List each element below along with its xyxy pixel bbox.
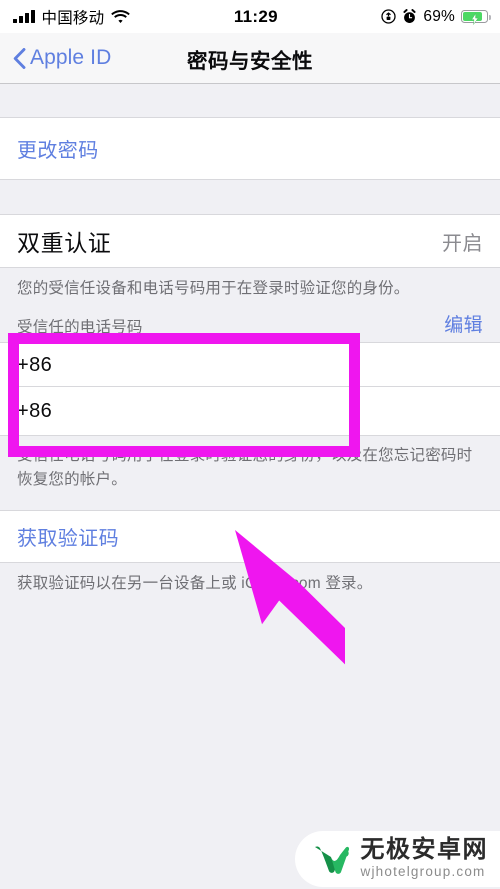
change-password-row[interactable]: 更改密码 xyxy=(0,117,500,180)
watermark-brand: 无极安卓网 xyxy=(360,836,488,864)
group-spacer-2 xyxy=(0,497,500,510)
signal-bars-icon xyxy=(13,10,35,23)
trusted-numbers-footnote: 受信任电话号码用于在登录时验证您的身份，以及在您忘记密码时恢复您的帐户。 xyxy=(17,447,473,488)
status-bar: 中国移动 11:29 69% xyxy=(0,0,500,33)
group-spacer-top xyxy=(0,84,500,117)
carrier-label: 中国移动 xyxy=(41,9,105,27)
trusted-numbers-header-label: 受信任的电话号码 xyxy=(17,319,143,337)
alarm-clock-icon xyxy=(402,9,417,24)
w-logo-icon xyxy=(311,839,351,879)
wifi-icon xyxy=(111,9,131,24)
edit-button[interactable]: 编辑 xyxy=(444,310,483,337)
trusted-number-label: +86 xyxy=(17,399,53,422)
change-password-label: 更改密码 xyxy=(17,140,99,162)
status-bar-right: 69% xyxy=(381,8,500,26)
get-verification-code-row[interactable]: 获取验证码 xyxy=(0,509,500,563)
trusted-numbers-group-header: 受信任的电话号码 编辑 xyxy=(0,306,500,342)
get-verification-code-label: 获取验证码 xyxy=(17,527,119,550)
battery-charging-icon xyxy=(461,9,491,25)
chevron-left-icon xyxy=(13,47,26,69)
watermark-url: wjhotelgroup.com xyxy=(360,863,486,879)
watermark: 无极安卓网 wjhotelgroup.com xyxy=(294,831,500,887)
watermark-text: 无极安卓网 wjhotelgroup.com xyxy=(360,836,489,880)
back-button[interactable]: Apple ID xyxy=(0,46,111,70)
status-bar-left: 中国移动 xyxy=(0,6,131,28)
two-factor-auth-state: 开启 xyxy=(442,232,483,255)
group-spacer-1 xyxy=(0,180,500,214)
two-factor-auth-label: 双重认证 xyxy=(17,230,112,256)
back-button-label: Apple ID xyxy=(30,46,112,69)
battery-percent-label: 69% xyxy=(423,7,455,25)
navigation-bar: Apple ID 密码与安全性 xyxy=(0,33,500,84)
status-bar-center: 11:29 xyxy=(130,7,381,27)
trusted-number-row[interactable]: +86 xyxy=(0,342,500,388)
two-factor-description: 您的受信任设备和电话号码用于在登录时验证您的身份。 xyxy=(17,280,410,297)
clock-label: 11:29 xyxy=(233,6,278,26)
phone-screen: 中国移动 11:29 69% Apple ID 密码与安全性 更改密码 双重认证… xyxy=(0,0,500,889)
trusted-number-row[interactable]: +86 xyxy=(0,387,500,437)
rotation-lock-icon xyxy=(381,9,397,24)
two-factor-auth-row[interactable]: 双重认证 开启 xyxy=(0,214,500,268)
trusted-number-label: +86 xyxy=(17,353,53,376)
settings-scroll-view[interactable]: 更改密码 双重认证 开启 您的受信任设备和电话号码用于在登录时验证您的身份。 受… xyxy=(0,84,500,889)
verification-code-footnote: 获取验证码以在另一台设备上或 iCloud.com 登录。 xyxy=(17,574,373,592)
